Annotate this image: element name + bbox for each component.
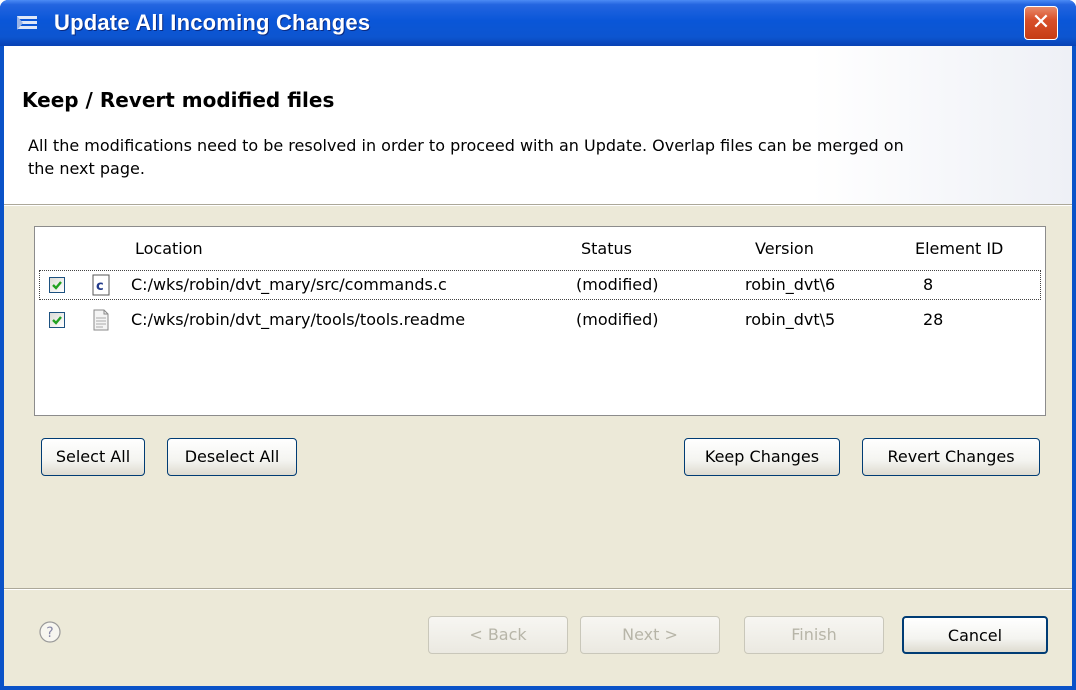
deselect-all-button[interactable]: Deselect All <box>167 438 297 476</box>
title-bar[interactable]: Update All Incoming Changes ✕ <box>0 0 1076 46</box>
next-button[interactable]: Next > <box>580 616 720 654</box>
revert-changes-button[interactable]: Revert Changes <box>862 438 1040 476</box>
back-button[interactable]: < Back <box>428 616 568 654</box>
checkmark-icon <box>52 281 62 290</box>
modified-files-table[interactable]: Location Status Version Element ID c C:/… <box>34 226 1046 416</box>
column-header-version[interactable]: Version <box>755 239 814 258</box>
close-icon: ✕ <box>1031 10 1051 35</box>
row-status: (modified) <box>576 275 659 294</box>
row-element-id: 8 <box>923 275 934 294</box>
finish-button[interactable]: Finish <box>744 616 884 654</box>
footer-divider-highlight <box>4 589 1072 590</box>
row-checkbox[interactable] <box>49 277 65 293</box>
row-checkbox[interactable] <box>49 312 65 328</box>
svg-text:?: ? <box>46 625 53 641</box>
row-location: C:/wks/robin/dvt_mary/tools/tools.readme <box>131 310 466 329</box>
text-file-icon <box>93 309 109 331</box>
row-status: (modified) <box>576 310 659 329</box>
table-row[interactable]: C:/wks/robin/dvt_mary/tools/tools.readme… <box>39 305 1041 335</box>
column-header-location[interactable]: Location <box>135 239 203 258</box>
dialog-body: Keep / Revert modified files All the mod… <box>4 46 1072 686</box>
window-menu-icon[interactable] <box>16 14 40 32</box>
wizard-header: Keep / Revert modified files All the mod… <box>4 46 1072 204</box>
select-all-button[interactable]: Select All <box>41 438 145 476</box>
header-divider-highlight <box>4 205 1072 206</box>
close-button[interactable]: ✕ <box>1024 6 1058 40</box>
page-title: Keep / Revert modified files <box>22 88 335 112</box>
row-location: C:/wks/robin/dvt_mary/src/commands.c <box>131 275 447 294</box>
table-row[interactable]: c C:/wks/robin/dvt_mary/src/commands.c (… <box>39 270 1041 300</box>
header-banner-image <box>812 46 1072 204</box>
page-description: All the modifications need to be resolve… <box>28 136 904 178</box>
dialog-window: Update All Incoming Changes ✕ Keep / Rev… <box>0 0 1076 690</box>
column-header-element-id[interactable]: Element ID <box>915 239 1003 258</box>
row-element-id: 28 <box>923 310 944 329</box>
window-title: Update All Incoming Changes <box>54 10 371 35</box>
help-icon[interactable]: ? <box>38 620 62 644</box>
keep-changes-button[interactable]: Keep Changes <box>684 438 840 476</box>
checkmark-icon <box>52 316 62 325</box>
column-header-status[interactable]: Status <box>581 239 632 258</box>
row-version: robin_dvt\5 <box>745 310 836 329</box>
svg-text:c: c <box>96 279 104 294</box>
c-source-file-icon: c <box>92 274 110 296</box>
row-version: robin_dvt\6 <box>745 275 836 294</box>
cancel-button[interactable]: Cancel <box>902 616 1048 654</box>
